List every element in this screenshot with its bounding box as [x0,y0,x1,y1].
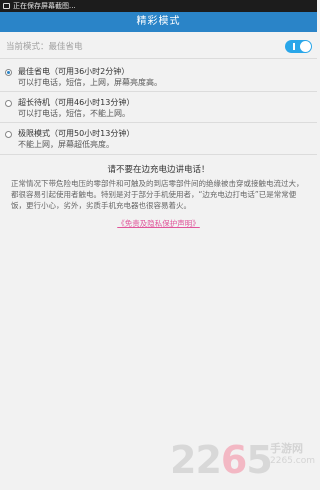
radio-unselected-icon[interactable] [5,100,12,107]
disclaimer-privacy-link[interactable]: 《免责及隐私保护声明》 [0,218,317,229]
site-watermark-logo: 2265 手游网 2265.com [170,436,316,486]
warning-body: 正常情况下带危险电压的零部件和可触及的到店零部件间的绝缘被击穿或接触电流过大，都… [11,179,304,210]
divider [0,122,317,123]
warning-title: 请不要在边充电边讲电话！ [107,165,210,175]
watermark-url: 2265.com [270,456,315,466]
divider [0,154,317,155]
watermark-site-name: 手游网 [270,442,303,455]
current-mode-label: 当前模式：最佳省电 [6,42,83,52]
current-mode-row: 当前模式：最佳省电 [0,36,317,58]
mode-option-long-standby[interactable]: 超长待机（可用46小时13分钟） 可以打电话，短信，不能上网。 [0,97,317,123]
mode-description: 不能上网，屏幕超低亮度。 [18,140,114,149]
screenshot-notification-icon [3,3,10,9]
mode-option-best-saving[interactable]: 最佳省电（可用36小时2分钟） 可以打电话，短信，上网，屏幕亮度高。 [0,66,317,92]
mode-title: 最佳省电（可用36小时2分钟） [18,67,130,76]
radio-unselected-icon[interactable] [5,131,12,138]
divider [0,58,317,59]
status-notification-text: 正在保存屏幕截图... [13,2,76,10]
mode-title: 超长待机（可用46小时13分钟） [18,98,135,107]
page-title: 精彩模式 [0,12,317,32]
mode-description: 可以打电话，短信，上网，屏幕亮度高。 [18,78,162,87]
power-saving-toggle[interactable] [285,40,312,53]
toggle-knob [300,41,311,52]
mode-description: 可以打电话，短信，不能上网。 [18,109,130,118]
toggle-on-indicator-icon [293,43,295,50]
divider [0,91,317,92]
watermark-number: 2265 [170,438,273,482]
mode-option-extreme[interactable]: 极限模式（可用50小时13分钟） 不能上网，屏幕超低亮度。 [0,128,317,154]
mode-title: 极限模式（可用50小时13分钟） [18,129,135,138]
radio-selected-icon[interactable] [5,69,12,76]
status-bar: 正在保存屏幕截图... [0,0,317,12]
